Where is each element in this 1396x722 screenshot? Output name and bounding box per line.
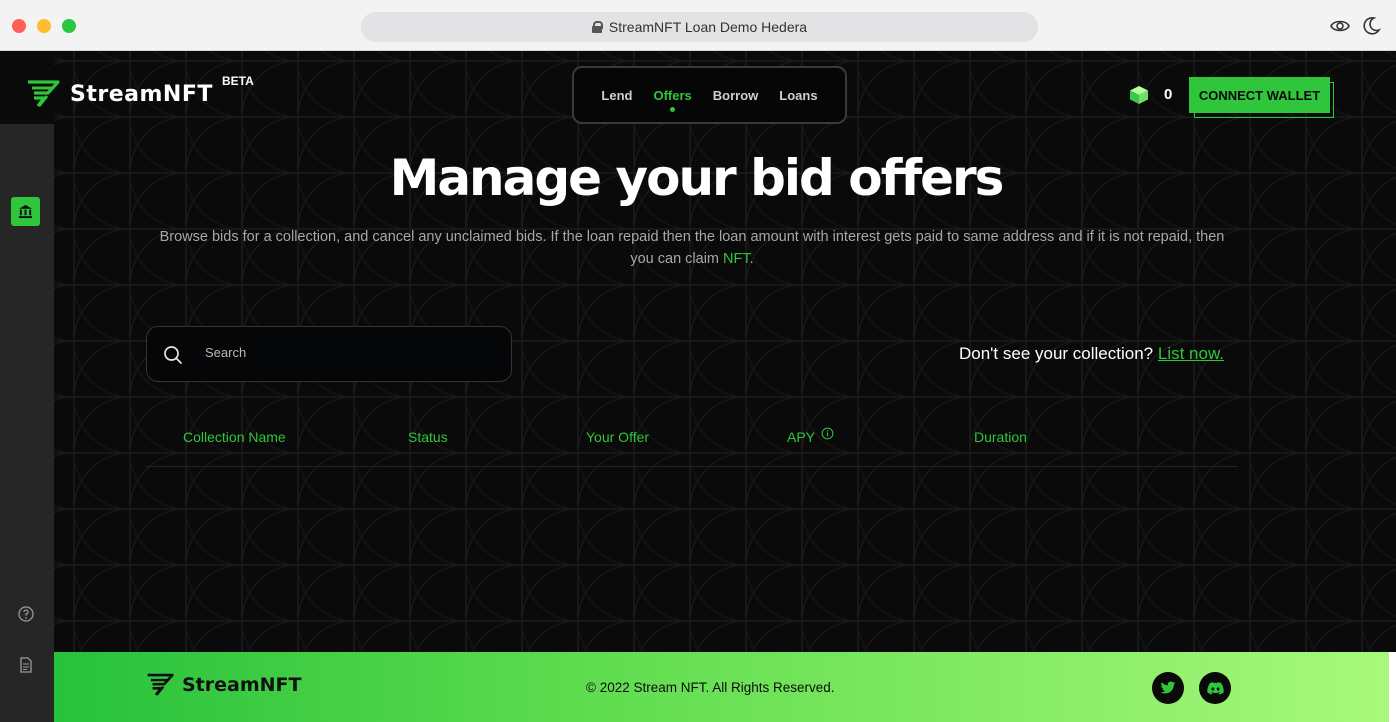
streamnft-logo-icon <box>147 673 174 696</box>
main-nav: Lend Offers Borrow Loans <box>572 66 847 124</box>
search-icon <box>164 346 182 364</box>
help-icon[interactable] <box>17 605 35 623</box>
brand-name: StreamNFT <box>70 81 213 107</box>
maximize-window-button[interactable] <box>62 19 76 33</box>
search-input[interactable] <box>205 345 485 360</box>
eye-icon[interactable] <box>1330 16 1350 36</box>
document-icon[interactable] <box>17 656 35 674</box>
connect-wallet-button[interactable]: CONNECT WALLET <box>1189 77 1330 113</box>
address-bar-title: StreamNFT Loan Demo Hedera <box>608 19 808 35</box>
app-viewport: StreamNFT BETA Lend Offers Borrow Loans … <box>0 51 1396 722</box>
footer-logo[interactable]: StreamNFT <box>146 672 301 698</box>
beta-badge: BETA <box>222 74 254 88</box>
subtitle-highlight: NFT <box>723 251 750 267</box>
column-your-offer[interactable]: Your Offer <box>586 429 649 445</box>
right-edge <box>1389 652 1396 722</box>
table-header-divider <box>146 466 1238 467</box>
info-icon[interactable] <box>821 427 834 440</box>
list-now-link[interactable]: List now. <box>1158 344 1224 363</box>
close-window-button[interactable] <box>12 19 26 33</box>
list-collection-prompt: Don't see your collection? List now. <box>959 344 1224 364</box>
sidebar-item-bank[interactable] <box>11 197 40 226</box>
discord-icon <box>1206 681 1224 695</box>
subtitle-text: Browse bids for a collection, and cancel… <box>159 229 1225 267</box>
nav-lend[interactable]: Lend <box>601 88 632 103</box>
streamnft-logo-icon <box>28 80 60 107</box>
footer-brand-name: StreamNFT <box>182 674 302 696</box>
sidebar <box>0 124 54 722</box>
brand-logo[interactable]: StreamNFT <box>26 79 213 109</box>
lock-icon <box>591 21 603 33</box>
page-subtitle: Browse bids for a collection, and cancel… <box>146 226 1238 270</box>
nav-offers[interactable]: Offers <box>653 88 692 112</box>
page-title: Manage your bid offers <box>389 149 1005 207</box>
twitter-icon <box>1160 681 1176 694</box>
browser-toolbar: StreamNFT Loan Demo Hedera <box>0 0 1396 51</box>
cube-icon <box>1130 86 1148 104</box>
minimize-window-button[interactable] <box>37 19 51 33</box>
column-apy[interactable]: APY <box>787 429 815 445</box>
address-bar[interactable]: StreamNFT Loan Demo Hedera <box>361 12 1038 42</box>
discord-button[interactable] <box>1199 672 1231 704</box>
copyright-text: © 2022 Stream NFT. All Rights Reserved. <box>586 680 835 695</box>
moon-icon[interactable] <box>1361 16 1381 36</box>
column-duration[interactable]: Duration <box>974 429 1027 445</box>
nav-borrow[interactable]: Borrow <box>713 88 759 103</box>
footer: StreamNFT © 2022 Stream NFT. All Rights … <box>54 652 1389 722</box>
column-status[interactable]: Status <box>408 429 448 445</box>
list-collection-text: Don't see your collection? <box>959 344 1158 363</box>
twitter-button[interactable] <box>1152 672 1184 704</box>
nav-loans[interactable]: Loans <box>779 88 817 103</box>
bank-icon <box>18 204 33 219</box>
search-box[interactable] <box>146 326 512 382</box>
token-balance: 0 <box>1164 86 1173 103</box>
column-collection-name[interactable]: Collection Name <box>183 429 286 445</box>
subtitle-end: . <box>749 251 754 267</box>
